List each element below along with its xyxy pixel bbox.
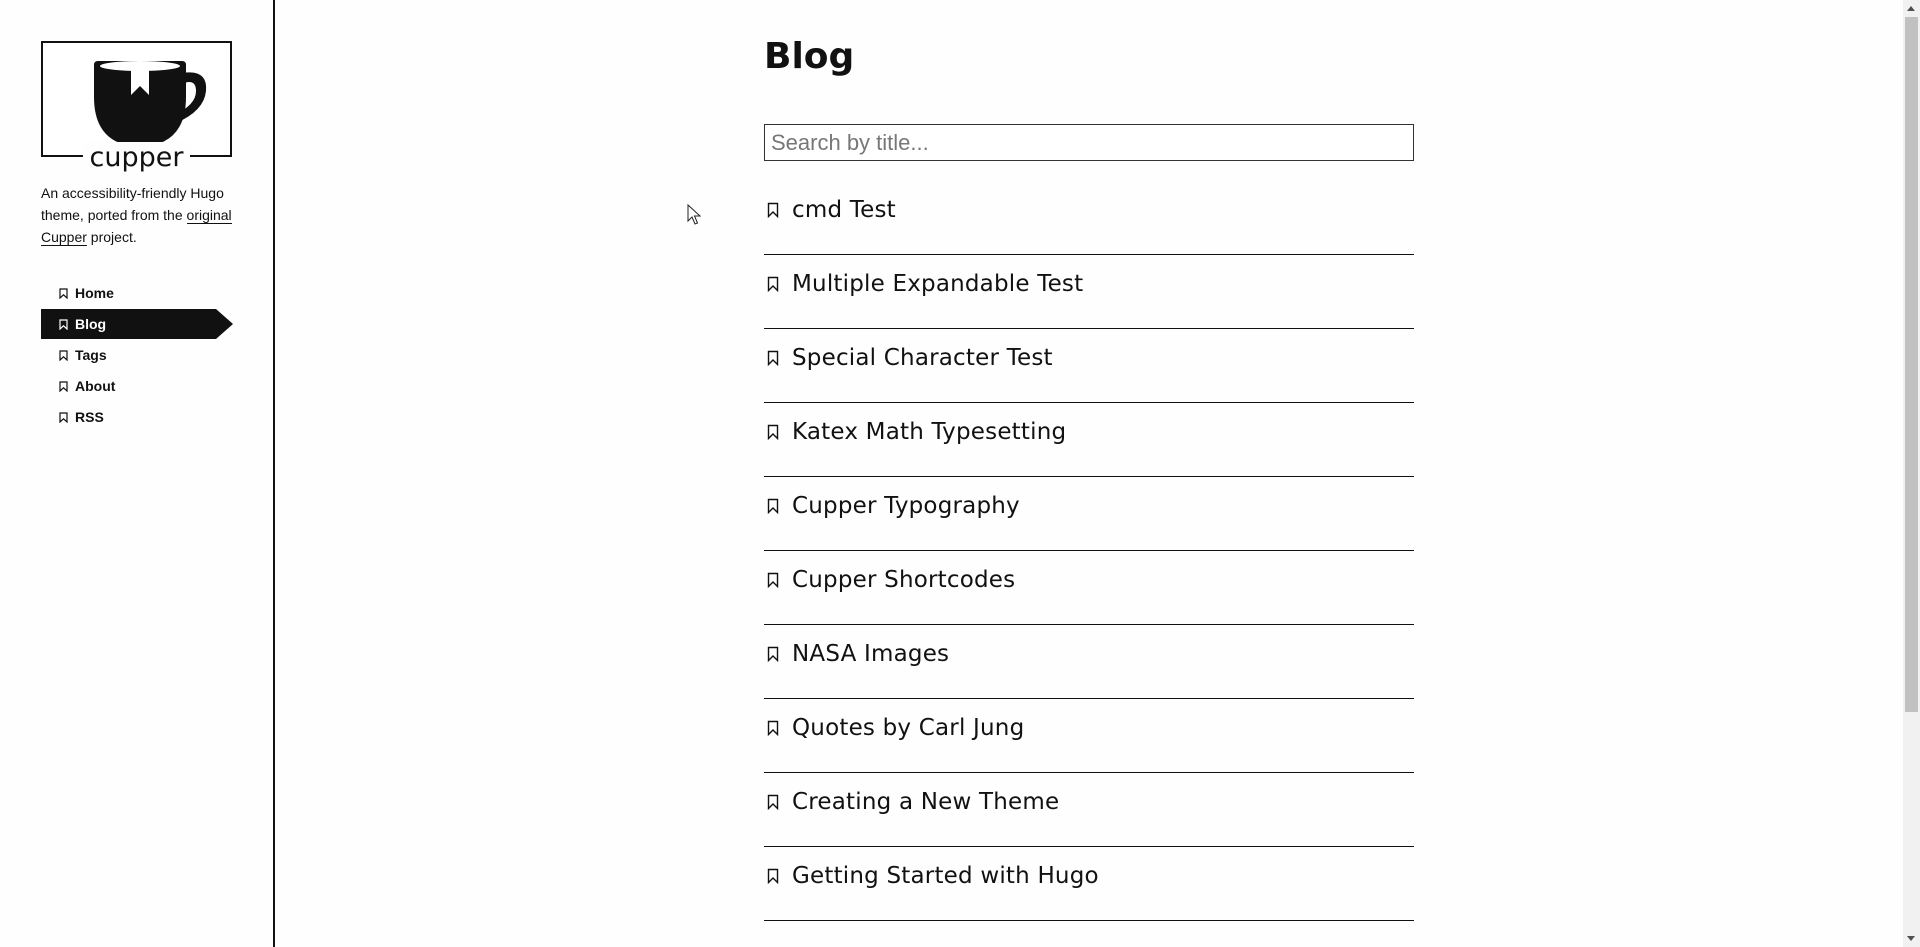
nav-list-item: Home [41,278,232,309]
page-title: Blog [764,36,855,77]
bookmark-icon [767,202,779,218]
scroll-down-arrow-icon[interactable] [1907,936,1915,941]
post-link[interactable]: Cupper Shortcodes [792,567,1015,593]
post-link[interactable]: Katex Math Typesetting [792,419,1066,445]
bookmark-icon [59,411,68,423]
nav-item-rss[interactable]: RSS [41,402,232,432]
bookmark-icon [59,349,68,361]
cup-icon [94,61,207,147]
bookmark-icon [59,287,68,299]
bookmark-icon [767,794,779,810]
list-item: Multiple Expandable Test [764,255,1414,329]
post-link[interactable]: cmd Test [792,197,896,223]
list-item: Creating a New Theme [764,773,1414,847]
list-item: Quotes by Carl Jung [764,699,1414,773]
post-link[interactable]: NASA Images [792,641,949,667]
search-input[interactable] [764,124,1414,161]
scrollbar-thumb[interactable] [1905,17,1918,712]
bookmark-icon [59,318,68,330]
nav-item-home[interactable]: Home [41,278,232,308]
list-item: Katex Math Typesetting [764,403,1414,477]
post-link[interactable]: Multiple Expandable Test [792,271,1083,297]
sidebar: cupper An accessibility-friendly Hugo th… [0,0,275,947]
nav-label: Tags [75,347,107,363]
nav-list-item: About [41,371,232,402]
tagline-text-end: project. [86,229,137,245]
post-link[interactable]: Special Character Test [792,345,1053,371]
bookmark-icon [767,424,779,440]
bookmark-icon [767,276,779,292]
nav-list-item: Tags [41,340,232,371]
list-item: Getting Started with Hugo [764,847,1414,921]
bookmark-icon [767,350,779,366]
nav-item-blog[interactable]: Blog [41,309,233,339]
nav-label: Home [75,285,114,301]
bookmark-icon [59,380,68,392]
post-list: cmd Test Multiple Expandable Test Specia… [764,181,1414,921]
list-item: Special Character Test [764,329,1414,403]
logo-text: cupper [43,142,230,173]
bookmark-icon [767,646,779,662]
list-item: NASA Images [764,625,1414,699]
nav-list-item: RSS [41,402,232,433]
post-link[interactable]: Getting Started with Hugo [792,863,1099,889]
post-link[interactable]: Creating a New Theme [792,789,1059,815]
bookmark-icon [767,720,779,736]
bookmark-icon [767,572,779,588]
scroll-up-arrow-icon[interactable] [1907,6,1915,11]
list-item: Cupper Shortcodes [764,551,1414,625]
bookmark-icon [767,498,779,514]
logo-link[interactable]: cupper [41,41,232,173]
nav-item-about[interactable]: About [41,371,232,401]
list-item: cmd Test [764,181,1414,255]
post-link[interactable]: Quotes by Carl Jung [792,715,1024,741]
post-link[interactable]: Cupper Typography [792,493,1020,519]
logo-frame-bottom [41,155,232,157]
vertical-scrollbar[interactable] [1903,0,1920,947]
nav-label: RSS [75,409,104,425]
sidebar-nav: Home Blog Tags About RSS [41,278,233,433]
nav-item-tags[interactable]: Tags [41,340,232,370]
nav-label: About [75,378,116,394]
mouse-cursor-icon [687,204,701,225]
nav-list-item: Blog [41,309,233,340]
site-tagline: An accessibility-friendly Hugo theme, po… [41,182,241,248]
page: cupper An accessibility-friendly Hugo th… [0,0,1920,947]
list-item: Cupper Typography [764,477,1414,551]
bookmark-icon [767,868,779,884]
nav-label: Blog [75,316,107,332]
